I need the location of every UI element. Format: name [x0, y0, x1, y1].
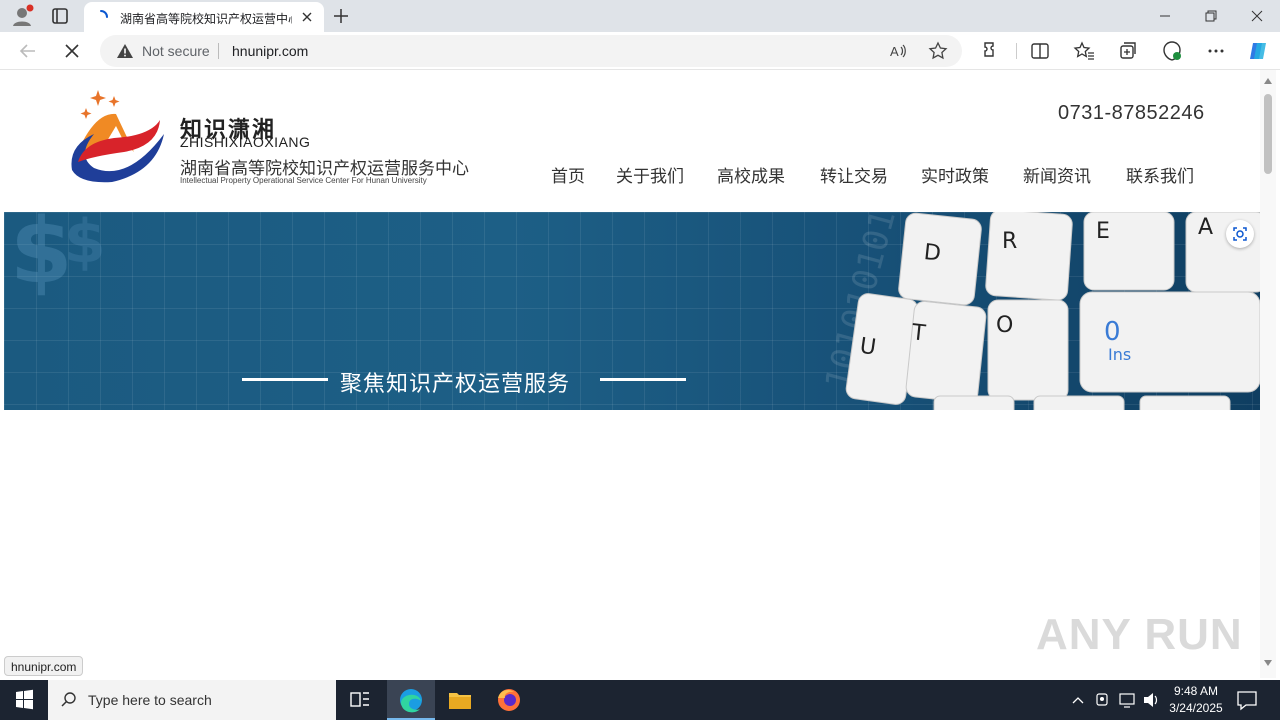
tab-actions-icon[interactable]	[46, 4, 74, 28]
nav-news[interactable]: 新闻资讯	[1023, 162, 1091, 187]
nav-policy[interactable]: 实时政策	[921, 162, 989, 187]
windows-taskbar: Type here to search 9:48 AM 3/24/2025	[0, 680, 1280, 720]
scroll-down-icon[interactable]	[1264, 660, 1272, 666]
site-logo-icon[interactable]	[64, 86, 168, 186]
warning-icon[interactable]	[116, 43, 134, 59]
split-screen-icon[interactable]	[1028, 39, 1052, 63]
browser-toolbar: Not secure hnunipr.com A	[0, 32, 1280, 70]
taskbar-edge[interactable]	[387, 680, 435, 720]
address-bar[interactable]: Not secure hnunipr.com A	[100, 35, 962, 67]
taskbar-search[interactable]: Type here to search	[48, 680, 336, 720]
notification-icon[interactable]	[1234, 688, 1260, 712]
read-aloud-icon[interactable]: A	[888, 41, 908, 61]
show-hidden-icons-icon[interactable]	[1070, 680, 1086, 720]
key-d: D	[923, 240, 942, 267]
nav-contact[interactable]: 联系我们	[1126, 162, 1194, 187]
clock-date: 3/24/2025	[1169, 701, 1223, 715]
task-view-icon	[350, 692, 369, 707]
task-view-button[interactable]	[336, 680, 384, 720]
close-tab-icon[interactable]	[298, 8, 316, 26]
back-icon[interactable]	[16, 39, 40, 63]
clock-time: 9:48 AM	[1173, 684, 1219, 698]
scrollbar-thumb[interactable]	[1264, 94, 1272, 174]
taskbar-file-explorer[interactable]	[436, 680, 484, 720]
key-o: O	[996, 313, 1013, 338]
keyboard-keys-image: 1010101010 D R E A U T O 0 Ins	[818, 212, 1260, 410]
tab-title: 湖南省高等院校知识产权运营中心	[120, 12, 292, 26]
firefox-icon	[498, 689, 520, 711]
key-zero: 0	[1104, 317, 1121, 347]
network-icon[interactable]	[1118, 680, 1136, 720]
page-viewport: 知识潇湘 ZHISHIXIAOXIANG 湖南省高等院校知识产权运营服务中心 I…	[4, 70, 1260, 678]
anyrun-watermark: ANY RUN	[1036, 610, 1243, 659]
hero-banner: $ $ 聚焦知识产权运营服务 1010101010 D R E	[4, 212, 1260, 410]
windows-logo-icon	[16, 689, 33, 710]
close-window-button[interactable]	[1234, 2, 1280, 30]
folder-icon	[449, 693, 471, 709]
address-separator	[218, 43, 219, 59]
key-a: A	[1198, 215, 1213, 240]
copilot-icon[interactable]	[1246, 39, 1270, 63]
svg-text:$: $	[64, 212, 106, 277]
security-label[interactable]: Not secure	[142, 43, 210, 59]
key-u: U	[858, 334, 877, 361]
page-scrollbar[interactable]	[1260, 70, 1276, 678]
nav-transfer[interactable]: 转让交易	[820, 162, 888, 187]
browser-tab-strip: 湖南省高等院校知识产权运营中心	[0, 0, 1280, 32]
extensions-icon[interactable]	[980, 39, 1004, 63]
more-options-icon[interactable]	[1204, 39, 1228, 63]
start-button[interactable]	[0, 680, 48, 720]
favorite-star-icon[interactable]	[928, 41, 948, 61]
taskbar-firefox[interactable]	[485, 680, 533, 720]
profile-icon[interactable]	[8, 4, 36, 28]
banner-dollar-decor: $ $	[10, 212, 106, 304]
meeting-icon[interactable]	[1094, 680, 1112, 720]
logo-english-name: Intellectual Property Operational Servic…	[180, 176, 427, 185]
loading-spinner-icon	[100, 10, 108, 18]
key-e: E	[1096, 219, 1110, 244]
system-clock[interactable]: 9:48 AM 3/24/2025	[1164, 683, 1228, 717]
restore-button[interactable]	[1188, 2, 1234, 30]
banner-slogan: 聚焦知识产权运营服务	[340, 372, 571, 397]
new-tab-icon[interactable]	[330, 5, 352, 27]
url-text[interactable]: hnunipr.com	[232, 43, 308, 59]
search-icon	[61, 692, 76, 707]
slogan-line-right	[600, 378, 686, 381]
key-r: R	[1002, 229, 1017, 254]
nav-about[interactable]: 关于我们	[616, 162, 684, 187]
browser-essentials-icon[interactable]	[1160, 39, 1184, 63]
svg-text:A: A	[890, 44, 899, 59]
contact-phone: 0731-87852246	[1058, 102, 1205, 124]
minimize-button[interactable]	[1142, 2, 1188, 30]
nav-home[interactable]: 首页	[551, 162, 585, 187]
logo-pinyin: ZHISHIXIAOXIANG	[180, 134, 311, 150]
slogan-line-left	[242, 378, 328, 381]
collections-icon[interactable]	[1116, 39, 1140, 63]
key-ins: Ins	[1108, 345, 1131, 364]
visual-search-button[interactable]	[1226, 220, 1254, 248]
toolbar-divider	[1016, 43, 1017, 59]
visual-search-icon	[1233, 227, 1247, 241]
status-url-bubble: hnunipr.com	[4, 656, 84, 676]
nav-achievements[interactable]: 高校成果	[717, 162, 785, 187]
edge-icon	[400, 689, 422, 713]
favorites-icon[interactable]	[1072, 39, 1096, 63]
volume-icon[interactable]	[1142, 680, 1160, 720]
stop-loading-icon[interactable]	[60, 39, 84, 63]
scroll-up-icon[interactable]	[1264, 78, 1272, 84]
search-placeholder: Type here to search	[88, 692, 212, 708]
browser-tab-active[interactable]: 湖南省高等院校知识产权运营中心	[84, 2, 324, 32]
